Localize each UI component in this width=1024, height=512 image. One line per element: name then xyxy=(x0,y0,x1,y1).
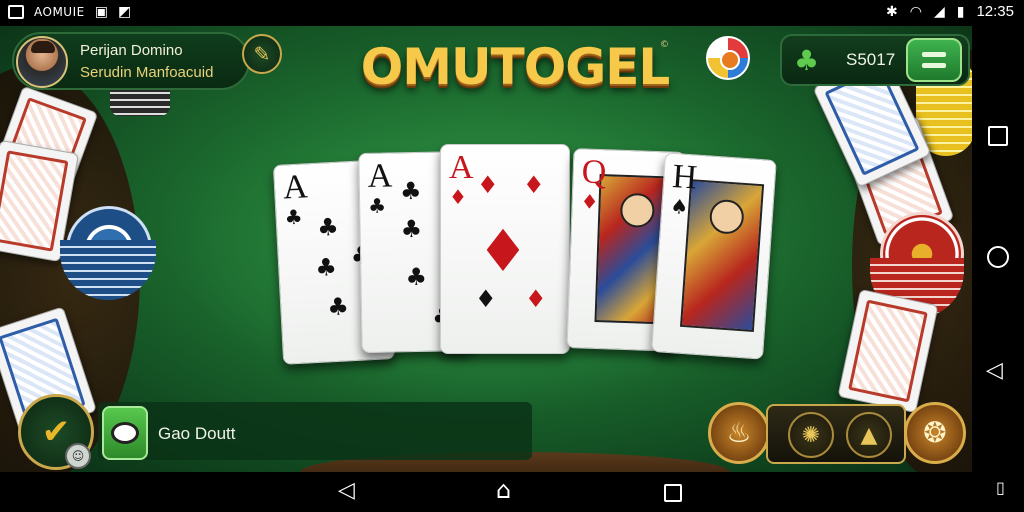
checkmark-icon: ✔ xyxy=(41,412,71,452)
player-avatar[interactable] xyxy=(16,36,68,88)
pencil-icon: ✎ xyxy=(253,42,271,66)
fire-button[interactable]: ♨ xyxy=(708,402,770,464)
bonus-badge-icon[interactable] xyxy=(706,36,750,80)
clock: 12:35 xyxy=(976,3,1014,20)
emoji-mini-icon[interactable]: ☺ xyxy=(65,443,91,469)
menu-icon xyxy=(922,52,946,57)
card-suit: ♠ xyxy=(669,193,690,220)
card-pip: ♣ xyxy=(316,212,340,242)
player-panel[interactable]: Perijan Domino Serudin Manfoacuid xyxy=(12,32,250,90)
fold-button[interactable]: ✔ ☺ xyxy=(18,394,94,470)
card-pip: ♦ xyxy=(525,285,547,313)
playing-card[interactable]: H ♠ xyxy=(651,152,777,360)
card-center-pip: ♦ xyxy=(477,217,529,285)
status-right: ✱ ◠ ◢ ▮ 12:35 xyxy=(886,3,1014,20)
card-suit: ♦ xyxy=(449,185,467,209)
status-left: AOMUIE ▣ ◩ xyxy=(8,4,131,20)
card-pip: ♣ xyxy=(314,252,338,282)
sail-icon: ▲ xyxy=(860,423,878,448)
action-panel: ✺ ▲ xyxy=(766,404,906,464)
gallery-icon: ◩ xyxy=(117,4,132,20)
wifi-icon: ◠ xyxy=(909,3,922,19)
card-suit: ♣ xyxy=(283,204,304,230)
playing-card[interactable]: A ♦ ♦ ♦ ♦ ♦ ♦ xyxy=(440,144,570,354)
card-suit: ♦ xyxy=(580,189,600,215)
recent-nav-icon[interactable] xyxy=(664,484,682,502)
logo-trademark: © xyxy=(660,40,669,50)
card-pip: ♦ xyxy=(523,171,545,199)
notification-icon xyxy=(8,5,24,19)
back-icon[interactable]: ◁ xyxy=(986,358,1003,383)
card-pip: ♣ xyxy=(405,262,428,292)
card-pip: ♦ xyxy=(475,285,497,313)
crest-icon: ❂ xyxy=(923,416,947,449)
card-suit: ♣ xyxy=(367,193,387,218)
card-rank: A xyxy=(449,149,474,186)
status-app-text: AOMUIE xyxy=(34,5,85,19)
game-logo: OMUTOGEL xyxy=(360,38,671,96)
chat-button[interactable] xyxy=(102,406,148,460)
king-face-art xyxy=(679,179,765,332)
edit-profile-button[interactable]: ✎ xyxy=(242,34,282,74)
card-rank: A xyxy=(367,157,393,195)
card-rank: Q xyxy=(581,153,607,192)
game-table: Perijan Domino Serudin Manfoacuid ✎ OMUT… xyxy=(0,26,972,472)
chips-panel: ♣ S5017 xyxy=(780,34,970,86)
nav-bar-right: ◁ xyxy=(972,26,1024,472)
special-button[interactable]: ❂ xyxy=(904,402,966,464)
emblem-icon: ✺ xyxy=(801,423,821,448)
recent-apps-icon[interactable] xyxy=(988,126,1008,146)
home-icon[interactable] xyxy=(987,246,1009,268)
menu-button[interactable] xyxy=(906,38,962,82)
emblem-slot[interactable]: ✺ xyxy=(788,412,834,458)
chips-value: S5017 xyxy=(846,50,896,69)
player-name: Perijan Domino xyxy=(80,42,183,59)
bluetooth-icon: ✱ xyxy=(886,3,898,19)
sail-slot[interactable]: ▲ xyxy=(846,412,892,458)
card-pip: ♣ xyxy=(326,292,350,322)
battery-icon: ▮ xyxy=(956,3,965,19)
card-pip: ♦ xyxy=(477,171,499,199)
flame-icon: ♨ xyxy=(726,416,752,449)
image-icon: ▣ xyxy=(94,4,108,20)
card-pip: ♣ xyxy=(399,176,422,206)
card-pip: ♣ xyxy=(400,214,423,244)
card-rank: A xyxy=(282,168,309,207)
card-rank: H xyxy=(671,157,699,197)
chat-text: Gao Doutt xyxy=(158,424,236,443)
keyboard-icon[interactable]: ▯ xyxy=(996,478,1005,497)
clover-icon: ♣ xyxy=(794,44,820,77)
status-bar: AOMUIE ▣ ◩ ✱ ◠ ◢ ▮ 12:35 xyxy=(0,0,1024,26)
home-nav-icon[interactable]: ⌂ xyxy=(496,476,511,504)
signal-icon: ◢ xyxy=(933,3,945,19)
nav-bar-bottom: ◁ ⌂ ▯ xyxy=(0,472,1024,512)
back-nav-icon[interactable]: ◁ xyxy=(338,478,355,503)
chat-bubble-icon xyxy=(111,422,139,444)
player-subtitle: Serudin Manfoacuid xyxy=(80,64,214,81)
